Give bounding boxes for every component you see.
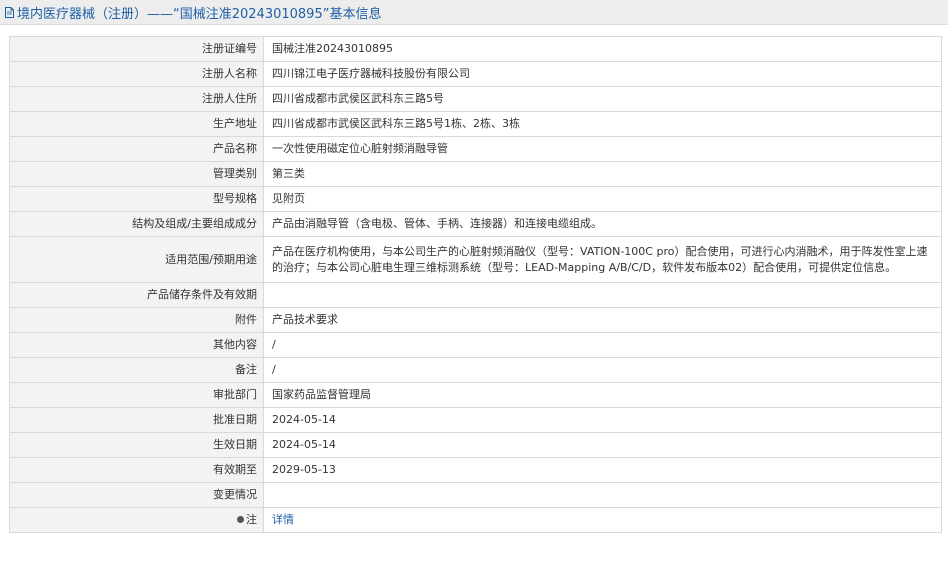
- row-value: 产品在医疗机构使用，与本公司生产的心脏射频消融仪（型号：VATION-100C …: [263, 236, 942, 283]
- page-title-bar: 境内医疗器械（注册）——“国械注准20243010895”基本信息: [0, 0, 948, 25]
- row-label: 有效期至: [9, 457, 264, 483]
- row-label: 管理类别: [9, 161, 264, 187]
- row-label: 其他内容: [9, 332, 264, 358]
- row-value: 国家药品监督管理局: [263, 382, 942, 408]
- table-row: 结构及组成/主要组成成分 产品由消融导管（含电极、管体、手柄、连接器）和连接电缆…: [9, 211, 942, 237]
- row-value: /: [263, 332, 942, 358]
- table-row: 有效期至 2029-05-13: [9, 457, 942, 483]
- table-row: 注册证编号 国械注准20243010895: [9, 36, 942, 62]
- row-label: 注册人名称: [9, 61, 264, 87]
- table-row: 管理类别 第三类: [9, 161, 942, 187]
- row-label: 生产地址: [9, 111, 264, 137]
- row-label: 批准日期: [9, 407, 264, 433]
- pin-icon: [237, 516, 244, 523]
- row-value: 四川锦江电子医疗器械科技股份有限公司: [263, 61, 942, 87]
- page: 境内医疗器械（注册）——“国械注准20243010895”基本信息 注册证编号 …: [0, 0, 948, 576]
- table-row: 型号规格 见附页: [9, 186, 942, 212]
- row-label: 产品储存条件及有效期: [9, 282, 264, 308]
- row-label: 适用范围/预期用途: [9, 236, 264, 283]
- table-row: 生效日期 2024-05-14: [9, 432, 942, 458]
- note-label: 注: [246, 513, 257, 526]
- row-value: 产品技术要求: [263, 307, 942, 333]
- row-value: 见附页: [263, 186, 942, 212]
- table-row: 注册人住所 四川省成都市武侯区武科东三路5号: [9, 86, 942, 112]
- row-label-note: 注: [9, 507, 264, 533]
- table-row: 变更情况: [9, 482, 942, 508]
- row-value: 2024-05-14: [263, 407, 942, 433]
- row-label: 审批部门: [9, 382, 264, 408]
- row-label: 注册证编号: [9, 36, 264, 62]
- row-label: 变更情况: [9, 482, 264, 508]
- row-value: 2024-05-14: [263, 432, 942, 458]
- table-row: 批准日期 2024-05-14: [9, 407, 942, 433]
- row-label: 备注: [9, 357, 264, 383]
- row-label: 产品名称: [9, 136, 264, 162]
- table-row: 注 详情: [9, 507, 942, 533]
- row-value: 产品由消融导管（含电极、管体、手柄、连接器）和连接电缆组成。: [263, 211, 942, 237]
- row-value: /: [263, 357, 942, 383]
- row-value: 四川省成都市武侯区武科东三路5号: [263, 86, 942, 112]
- row-value: [263, 282, 942, 308]
- document-icon: [5, 6, 14, 18]
- table-row: 审批部门 国家药品监督管理局: [9, 382, 942, 408]
- table-row: 产品名称 一次性使用磁定位心脏射频消融导管: [9, 136, 942, 162]
- row-label: 生效日期: [9, 432, 264, 458]
- row-value: 第三类: [263, 161, 942, 187]
- table-row: 其他内容 /: [9, 332, 942, 358]
- table-row: 注册人名称 四川锦江电子医疗器械科技股份有限公司: [9, 61, 942, 87]
- table-row: 生产地址 四川省成都市武侯区武科东三路5号1栋、2栋、3栋: [9, 111, 942, 137]
- row-label: 附件: [9, 307, 264, 333]
- table-row: 适用范围/预期用途 产品在医疗机构使用，与本公司生产的心脏射频消融仪（型号：VA…: [9, 236, 942, 283]
- table-row: 产品储存条件及有效期: [9, 282, 942, 308]
- row-label: 型号规格: [9, 186, 264, 212]
- detail-link[interactable]: 详情: [272, 513, 294, 526]
- page-title: 境内医疗器械（注册）——“国械注准20243010895”基本信息: [17, 6, 382, 22]
- row-label: 结构及组成/主要组成成分: [9, 211, 264, 237]
- row-value: 四川省成都市武侯区武科东三路5号1栋、2栋、3栋: [263, 111, 942, 137]
- info-table: 注册证编号 国械注准20243010895 注册人名称 四川锦江电子医疗器械科技…: [9, 36, 942, 533]
- row-value: 2029-05-13: [263, 457, 942, 483]
- table-row: 备注 /: [9, 357, 942, 383]
- row-label: 注册人住所: [9, 86, 264, 112]
- row-value: 详情: [263, 507, 942, 533]
- table-row: 附件 产品技术要求: [9, 307, 942, 333]
- row-value: [263, 482, 942, 508]
- row-value: 一次性使用磁定位心脏射频消融导管: [263, 136, 942, 162]
- row-value: 国械注准20243010895: [263, 36, 942, 62]
